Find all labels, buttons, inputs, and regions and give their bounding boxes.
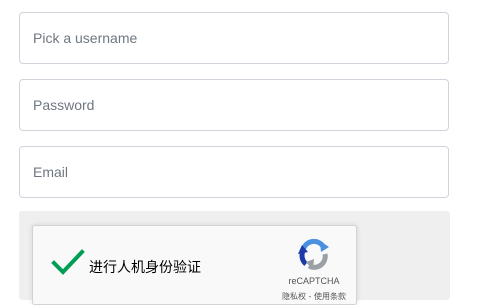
password-field[interactable] — [19, 79, 449, 131]
recaptcha-label: 进行人机身份验证 — [89, 260, 201, 276]
username-input[interactable] — [33, 30, 448, 46]
recaptcha-widget: 进行人机身份验证 reCAPTCHA 隐私权 - 使用条款 — [32, 225, 357, 305]
recaptcha-logo-icon — [297, 237, 331, 271]
email-field[interactable] — [19, 146, 449, 198]
email-input[interactable] — [33, 164, 448, 180]
recaptcha-brand: reCAPTCHA — [288, 276, 340, 286]
username-field[interactable] — [19, 12, 449, 64]
recaptcha-links: 隐私权 - 使用条款 — [273, 291, 355, 302]
checkmark-icon[interactable] — [51, 248, 85, 278]
password-input[interactable] — [33, 97, 448, 113]
